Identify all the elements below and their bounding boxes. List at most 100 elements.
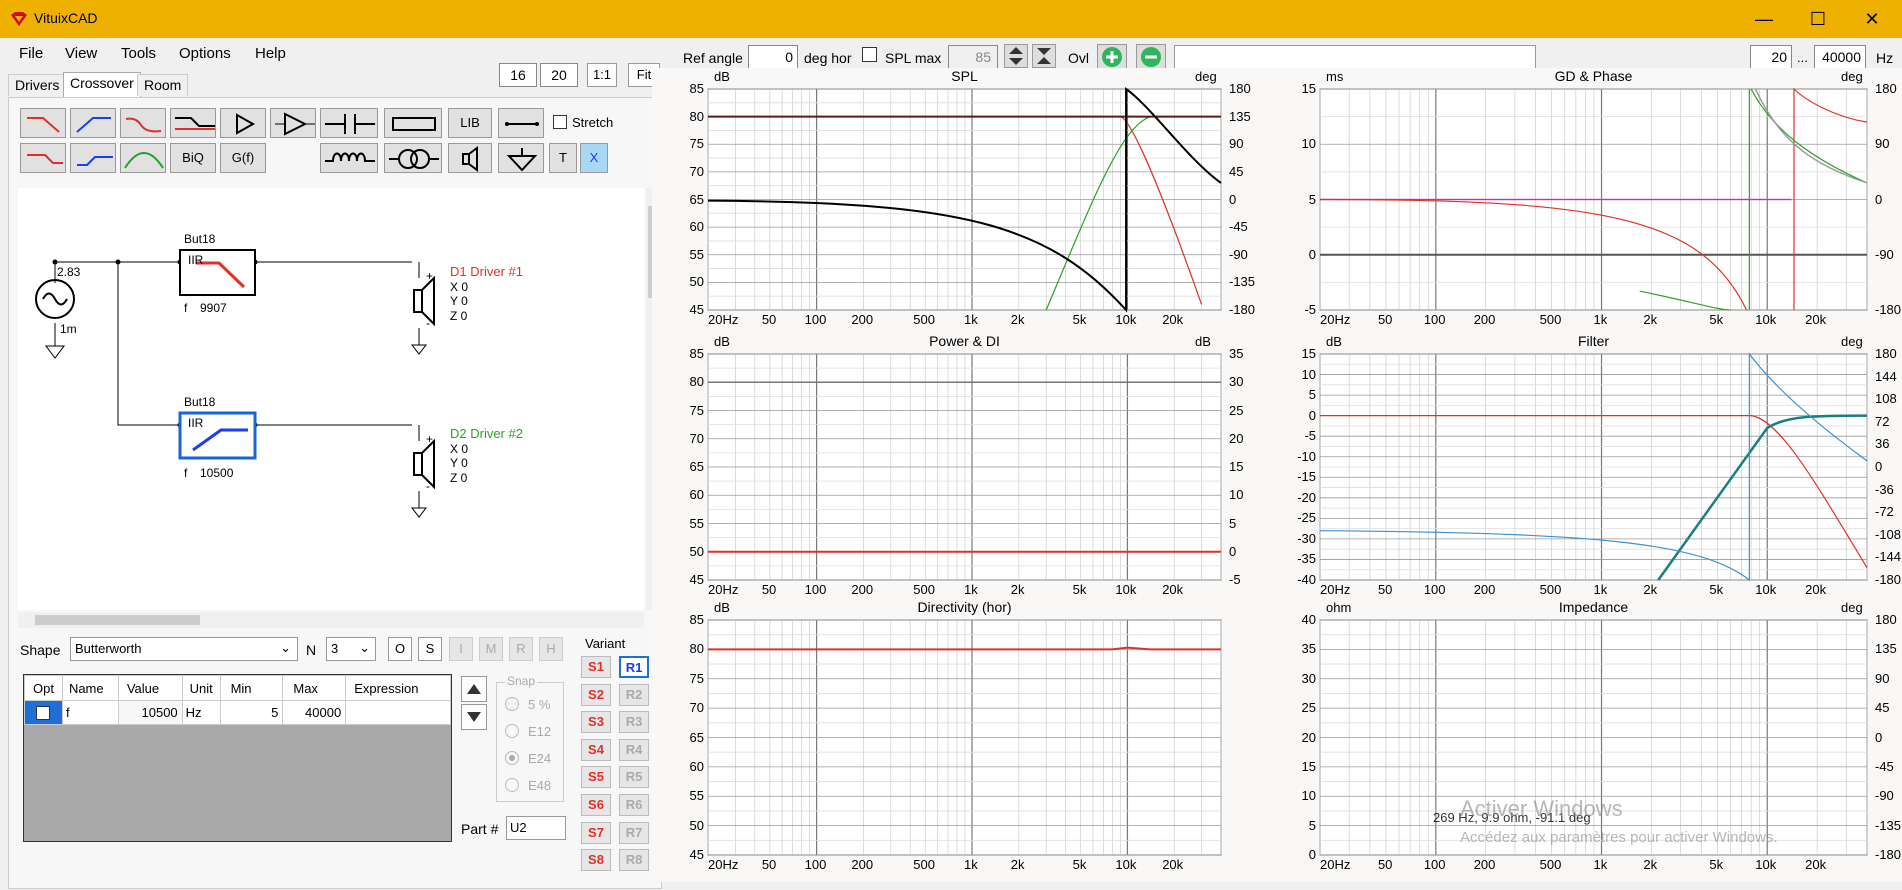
variant-s4-button[interactable]: S4 <box>581 738 611 761</box>
spl-panel[interactable]: SPL dB deg 85 80 75 70 65 60 55 50 45 180 135 90 45 0 -45… <box>652 68 1277 337</box>
variant-r1-button[interactable]: R1 <box>619 656 649 678</box>
schematic-canvas[interactable]: 2.83 1m But18 IIR f 9907 But18 IIR f 105… <box>18 188 644 610</box>
resistor-button[interactable] <box>384 108 442 138</box>
menu-view[interactable]: View <box>65 45 97 62</box>
variant-s2-button[interactable]: S2 <box>581 683 611 706</box>
param-min[interactable]: 5 <box>219 700 284 725</box>
zoom-value-1[interactable]: 16 <box>499 63 537 87</box>
opt-checkbox[interactable] <box>36 705 50 720</box>
schematic-hscrollbar[interactable] <box>18 612 644 628</box>
param-expression[interactable] <box>345 700 451 725</box>
menu-file[interactable]: File <box>19 45 43 62</box>
imp-left-tick: 20 <box>1301 729 1316 745</box>
hz-label: Hz <box>1876 50 1894 66</box>
summer-button[interactable] <box>270 108 316 138</box>
bandpass-green-button[interactable] <box>120 143 166 173</box>
spl-max-checkbox[interactable] <box>862 47 877 62</box>
spl-max-input[interactable]: 85 <box>948 45 998 69</box>
inductor-button[interactable] <box>320 143 378 173</box>
ground-button[interactable] <box>498 143 544 173</box>
move-up-button[interactable] <box>461 676 487 702</box>
variant-s8-button[interactable]: S8 <box>581 849 611 872</box>
shape-s-button[interactable]: S <box>418 637 442 661</box>
delete-button[interactable]: X <box>580 143 608 173</box>
dir-title: Directivity (hor) <box>917 599 1012 615</box>
gd-panel[interactable]: GD & Phase ms deg 15 10 5 0 -5 180 90 0 -90 -180 20Hz… <box>1264 68 1902 337</box>
library-button[interactable]: LIB <box>448 108 492 138</box>
shape-r-button[interactable]: R <box>509 637 533 661</box>
param-max[interactable]: 40000 <box>282 700 347 725</box>
dir-panel[interactable]: Directivity (hor) dB 85 80 75 70 65 60 55 50 45 20H… <box>652 599 1277 882</box>
stretch-checkbox[interactable] <box>553 115 567 129</box>
variant-r4-button[interactable]: R4 <box>619 738 649 761</box>
variant-s3-button[interactable]: S3 <box>581 711 611 734</box>
tab-drivers[interactable]: Drivers <box>8 74 67 96</box>
menu-tools[interactable]: Tools <box>121 45 156 62</box>
variant-r2-button[interactable]: R2 <box>619 683 649 706</box>
menu-options[interactable]: Options <box>179 45 231 62</box>
imp-right-tick: 180 <box>1875 612 1897 627</box>
hscroll-thumb[interactable] <box>35 615 200 625</box>
transformer-button[interactable] <box>384 143 442 173</box>
maximize-button[interactable]: ☐ <box>1791 0 1845 38</box>
overlay-add-button[interactable] <box>1097 44 1127 70</box>
power-panel[interactable]: Power & DI dB dB 85 80 75 70 65 60 55 50 45 35 30 25 20… <box>652 333 1277 607</box>
spl-updown-button[interactable] <box>1004 44 1028 68</box>
snap-radio-e48[interactable] <box>505 778 519 792</box>
snap-radio-5pct[interactable] <box>505 697 519 711</box>
freq-min-input[interactable]: 20 <box>1750 45 1792 69</box>
spl-title: SPL <box>951 68 978 84</box>
spl-range-button[interactable] <box>1032 44 1056 68</box>
variant-r3-button[interactable]: R3 <box>619 711 649 734</box>
shape-h-button[interactable]: H <box>539 637 563 661</box>
ref-angle-input[interactable]: 0 <box>748 45 798 69</box>
minimize-button[interactable]: — <box>1737 0 1791 38</box>
gf-button[interactable]: G(f) <box>220 143 266 173</box>
freq-max-input[interactable]: 40000 <box>1814 45 1866 69</box>
snap-radio-e24[interactable] <box>505 751 519 765</box>
zoom-value-2[interactable]: 20 <box>540 63 578 87</box>
capacitor-button[interactable] <box>320 108 378 138</box>
move-down-button[interactable] <box>461 704 487 730</box>
wire-button[interactable] <box>498 108 544 138</box>
variant-s5-button[interactable]: S5 <box>581 766 611 789</box>
param-value[interactable]: 10500 <box>117 700 183 725</box>
biquad-button[interactable]: BiQ <box>170 143 216 173</box>
overlay-input[interactable] <box>1174 45 1536 69</box>
text-button[interactable]: T <box>549 143 577 173</box>
variant-s1-button[interactable]: S1 <box>581 656 611 678</box>
variant-r6-button[interactable]: R6 <box>619 794 649 816</box>
snap-radio-e12[interactable] <box>505 724 519 738</box>
driver-button[interactable] <box>448 143 492 173</box>
variant-r8-button[interactable]: R8 <box>619 849 649 872</box>
tab-crossover[interactable]: Crossover <box>63 72 141 98</box>
variant-s7-button[interactable]: S7 <box>581 821 611 844</box>
overlay-remove-button[interactable] <box>1136 44 1166 70</box>
variant-r5-button[interactable]: R5 <box>619 766 649 789</box>
filter-panel[interactable]: Filter dB deg 15 10 5 0 -5 -10 -15 -20 -25 -30 -35 -40… <box>1264 333 1902 607</box>
tab-room[interactable]: Room <box>137 74 189 96</box>
part-input[interactable]: U2 <box>506 816 566 840</box>
variant-s6-button[interactable]: S6 <box>581 794 611 816</box>
opt-cell[interactable] <box>24 700 63 725</box>
gain-button[interactable] <box>220 108 266 138</box>
lowpass2-red-button[interactable] <box>20 143 66 173</box>
zoom-1to1-button[interactable]: 1:1 <box>587 63 617 87</box>
highpass2-blue-button[interactable] <box>70 143 116 173</box>
spl-left-tick: 55 <box>689 246 704 262</box>
shape-select[interactable]: Butterworth ⌄ <box>70 637 298 661</box>
block2-f-label: f <box>184 466 188 480</box>
order-select[interactable]: 3 ⌄ <box>326 637 376 661</box>
variant-r7-button[interactable]: R7 <box>619 821 649 844</box>
power-x-tick: 100 <box>804 582 827 597</box>
shape-i-button[interactable]: I <box>449 637 473 661</box>
shelf-button[interactable] <box>170 108 216 138</box>
shape-o-button[interactable]: O <box>388 637 412 661</box>
power-left-tick: 75 <box>689 402 704 418</box>
lowpass-red-button[interactable] <box>20 108 66 138</box>
highpass-blue-button[interactable] <box>70 108 116 138</box>
shape-m-button[interactable]: M <box>479 637 503 661</box>
close-button[interactable]: ✕ <box>1845 0 1899 38</box>
notch-red-button[interactable] <box>120 108 166 138</box>
menu-help[interactable]: Help <box>255 45 286 62</box>
